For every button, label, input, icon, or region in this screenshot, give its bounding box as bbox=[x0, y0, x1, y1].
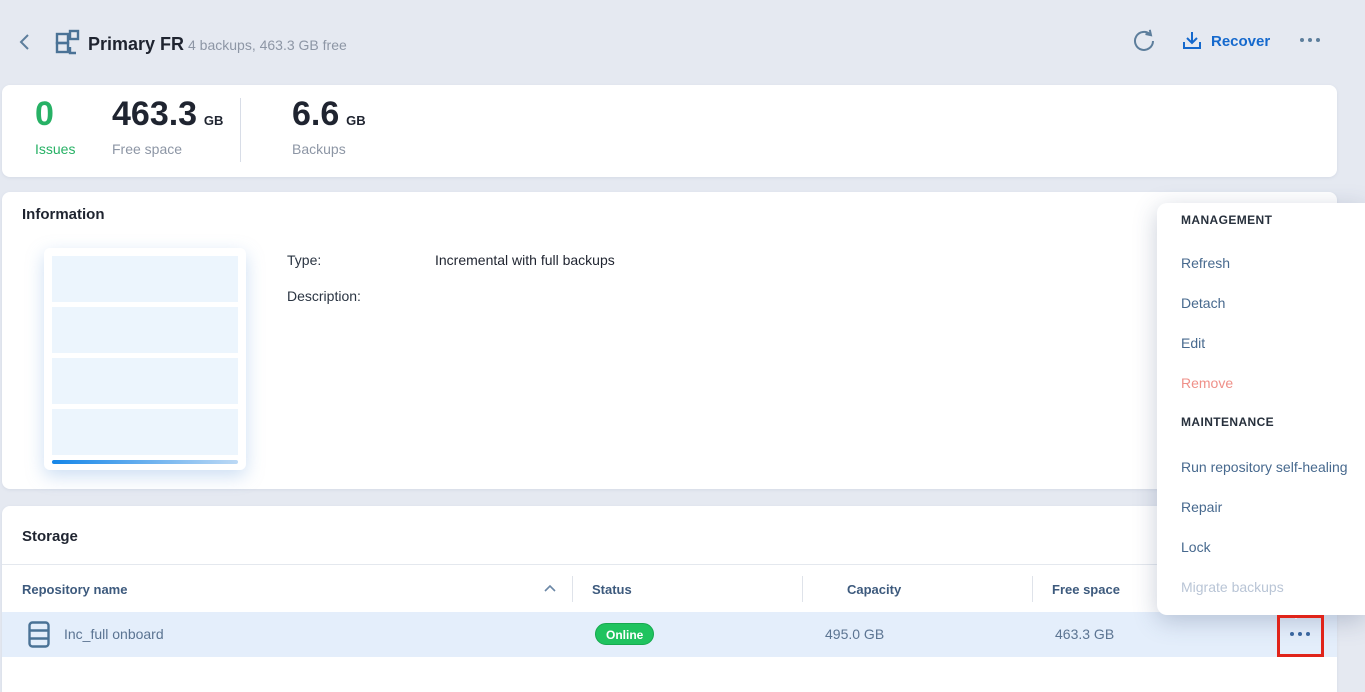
type-field-label: Type: bbox=[287, 252, 321, 268]
storage-drive-icon bbox=[28, 621, 50, 648]
column-divider bbox=[1032, 576, 1033, 602]
page-title: Primary FR bbox=[88, 34, 184, 55]
repository-icon bbox=[52, 28, 82, 58]
menu-item-detach[interactable]: Detach bbox=[1181, 293, 1225, 313]
repository-name: Inc_full onboard bbox=[64, 626, 164, 642]
column-header-status[interactable]: Status bbox=[592, 582, 632, 597]
backups-size-unit: GB bbox=[346, 113, 366, 128]
refresh-button[interactable] bbox=[1131, 28, 1157, 54]
backups-size-value: 6.6 GB bbox=[292, 95, 366, 140]
recover-button[interactable]: Recover bbox=[1181, 28, 1270, 54]
capacity-value: 495.0 GB bbox=[825, 626, 884, 642]
stats-divider bbox=[240, 98, 241, 162]
menu-item-repair[interactable]: Repair bbox=[1181, 497, 1222, 517]
row-more-actions-button[interactable] bbox=[1290, 632, 1310, 636]
repository-illustration bbox=[44, 248, 246, 470]
free-space-value: 463.3 GB bbox=[1055, 626, 1114, 642]
divider bbox=[2, 564, 1337, 565]
recover-label: Recover bbox=[1211, 33, 1270, 50]
download-icon bbox=[1181, 30, 1203, 52]
issues-label: Issues bbox=[35, 141, 75, 157]
storage-card: Storage Repository name Status Capacity … bbox=[2, 506, 1337, 692]
table-row[interactable]: Inc_full onboard Online 495.0 GB 463.3 G… bbox=[2, 612, 1337, 657]
page-subtitle: 4 backups, 463.3 GB free bbox=[188, 37, 347, 53]
issues-count: 0 bbox=[35, 95, 54, 133]
menu-item-run-repository-self-healing[interactable]: Run repository self-healing bbox=[1181, 457, 1348, 477]
sort-ascending-icon[interactable] bbox=[543, 584, 557, 594]
chevron-left-icon bbox=[14, 31, 36, 53]
description-field-label: Description: bbox=[287, 288, 361, 304]
column-divider bbox=[802, 576, 803, 602]
status-badge: Online bbox=[595, 623, 654, 645]
column-header-capacity[interactable]: Capacity bbox=[847, 582, 901, 597]
menu-item-remove[interactable]: Remove bbox=[1181, 373, 1233, 393]
summary-stats-card: 0 Issues 463.3 GB Free space 6.6 GB Back… bbox=[2, 85, 1337, 177]
storage-heading: Storage bbox=[22, 528, 78, 545]
information-card: Information Type: Incremental with full … bbox=[2, 192, 1337, 489]
type-field-value: Incremental with full backups bbox=[435, 252, 615, 268]
backups-size-label: Backups bbox=[292, 141, 346, 157]
column-divider bbox=[572, 576, 573, 602]
header-more-actions-button[interactable] bbox=[1300, 38, 1320, 42]
free-space-value: 463.3 GB bbox=[112, 95, 223, 140]
menu-section-management: MANAGEMENT bbox=[1181, 213, 1272, 227]
menu-item-refresh[interactable]: Refresh bbox=[1181, 253, 1230, 273]
menu-item-migrate-backups: Migrate backups bbox=[1181, 577, 1284, 597]
column-header-repository-name[interactable]: Repository name bbox=[22, 582, 127, 597]
menu-section-maintenance: MAINTENANCE bbox=[1181, 415, 1274, 429]
menu-item-lock[interactable]: Lock bbox=[1181, 537, 1211, 557]
ellipsis-icon bbox=[1290, 632, 1294, 636]
usage-bar bbox=[52, 460, 238, 464]
ellipsis-icon bbox=[1300, 38, 1304, 42]
information-heading: Information bbox=[22, 206, 105, 223]
context-menu-pointer bbox=[1288, 611, 1304, 619]
refresh-icon bbox=[1131, 28, 1157, 54]
column-header-free-space[interactable]: Free space bbox=[1052, 582, 1120, 597]
menu-item-edit[interactable]: Edit bbox=[1181, 333, 1205, 353]
page-header: Primary FR 4 backups, 463.3 GB free Reco… bbox=[0, 0, 1365, 84]
row-actions-context-menu: MANAGEMENT Refresh Detach Edit Remove MA… bbox=[1157, 203, 1365, 615]
free-space-label: Free space bbox=[112, 141, 182, 157]
back-button[interactable] bbox=[14, 31, 36, 53]
free-space-unit: GB bbox=[204, 113, 224, 128]
